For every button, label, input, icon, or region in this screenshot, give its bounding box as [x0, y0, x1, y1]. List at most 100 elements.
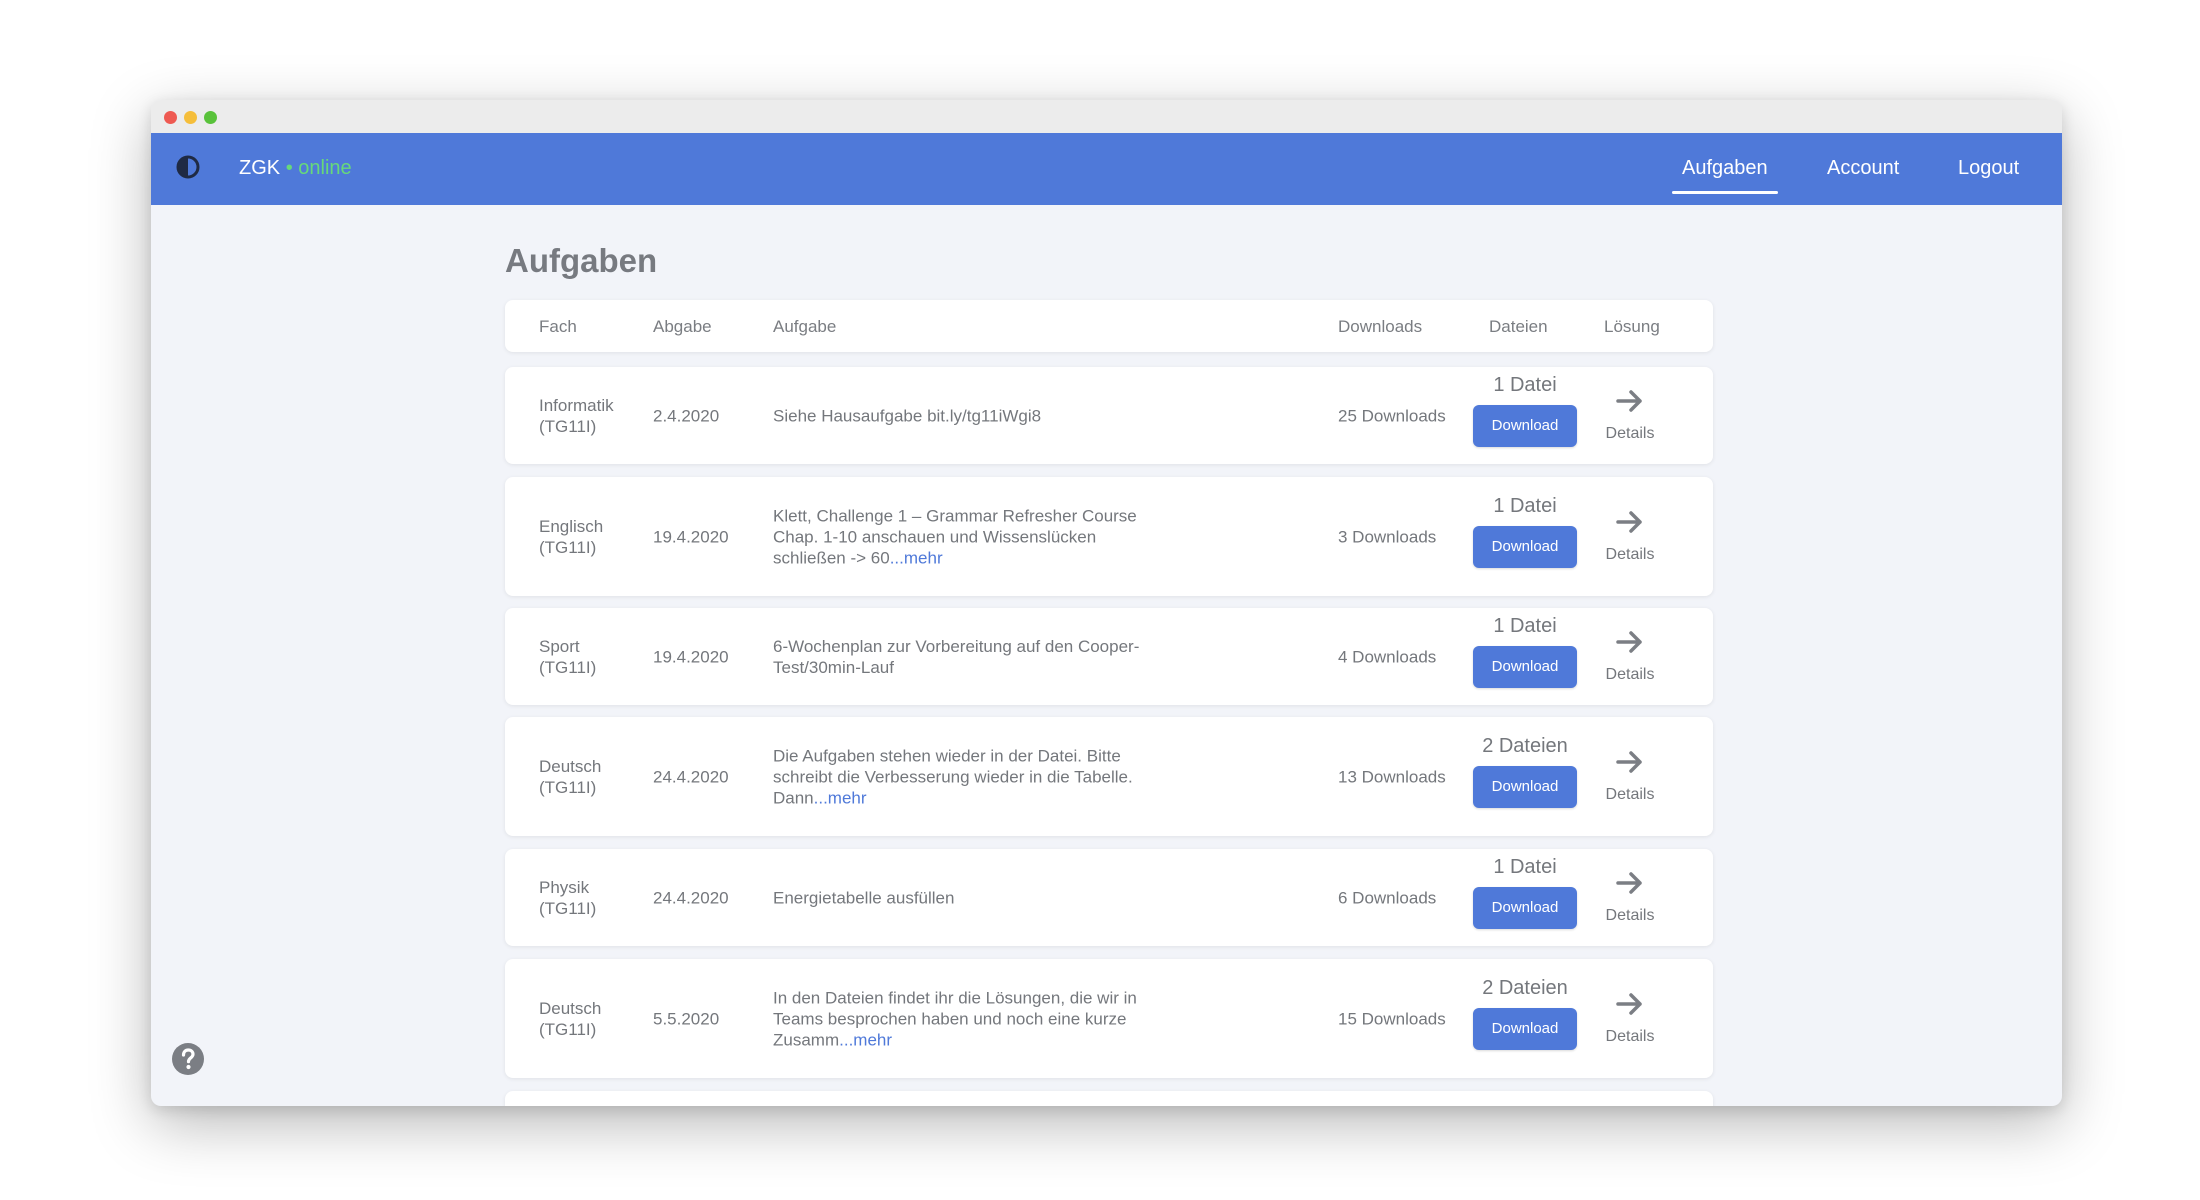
header-abgabe: Abgabe — [653, 317, 712, 336]
aufgabe-cell: Klett, Challenge 1 – Grammar Refresher C… — [773, 505, 1173, 568]
fach-name: Physik — [539, 877, 590, 897]
fach-cell: Physik (TG11I) — [539, 877, 649, 919]
nav-aufgaben[interactable]: Aufgaben — [1672, 156, 1778, 194]
details-label: Details — [1605, 1027, 1655, 1045]
header-fach: Fach — [539, 317, 577, 336]
fach-cell: Informatik (TG11I) — [539, 395, 649, 437]
details-label: Details — [1605, 545, 1655, 563]
aufgabe-cell: Energietabelle ausfüllen — [773, 887, 1173, 908]
details-label: Details — [1605, 906, 1655, 924]
download-button[interactable]: Download — [1473, 645, 1577, 688]
arrow-right-icon — [1616, 871, 1642, 894]
details-link[interactable]: Details — [1595, 989, 1665, 1049]
fach-klasse: (TG11I) — [539, 416, 597, 436]
download-button[interactable]: Download — [1473, 1007, 1577, 1050]
files-count: 2 Dateien — [1482, 976, 1568, 999]
close-window-button[interactable] — [164, 111, 177, 124]
files-count: 2 Dateien — [1482, 734, 1568, 757]
table-row: Englisch (TG11I) 19.4.2020 Klett, Challe… — [505, 477, 1713, 596]
aufgabe-text: 6-Wochenplan zur Vorbereitung auf den Co… — [773, 636, 1140, 677]
files-cell: 1 Datei Download — [1465, 614, 1585, 700]
files-count: 1 Datei — [1493, 494, 1557, 517]
download-button[interactable]: Download — [1473, 765, 1577, 808]
browser-window: ZGK • online Aufgaben Account Logout Auf… — [151, 100, 2062, 1106]
abgabe-cell: 2.4.2020 — [653, 406, 720, 425]
fach-klasse: (TG11I) — [539, 657, 597, 677]
help-circle-icon[interactable] — [171, 1042, 205, 1076]
page-title: Aufgaben — [505, 242, 658, 279]
nav-logout[interactable]: Logout — [1958, 156, 2019, 180]
header-loesung: Lösung — [1604, 317, 1660, 336]
details-label: Details — [1605, 424, 1655, 442]
files-count: 1 Datei — [1493, 373, 1557, 396]
details-link[interactable]: Details — [1595, 507, 1665, 567]
table-row: Deutsch (TG11I) 24.4.2020 Die Aufgaben s… — [505, 717, 1713, 836]
abgabe-cell: 24.4.2020 — [653, 888, 729, 907]
download-button[interactable]: Download — [1473, 886, 1577, 929]
downloads-cell: 13 Downloads — [1338, 767, 1446, 786]
table-row — [505, 1091, 1713, 1106]
minimize-window-button[interactable] — [184, 111, 197, 124]
details-link[interactable]: Details — [1595, 386, 1665, 446]
arrow-right-icon — [1616, 510, 1642, 533]
mehr-link[interactable]: ...mehr — [839, 1030, 892, 1049]
aufgabe-cell: 6-Wochenplan zur Vorbereitung auf den Co… — [773, 636, 1173, 678]
nav-account[interactable]: Account — [1827, 156, 1899, 180]
table-row: Deutsch (TG11I) 5.5.2020 In den Dateien … — [505, 959, 1713, 1078]
arrow-right-icon — [1616, 750, 1642, 773]
download-button[interactable]: Download — [1473, 525, 1577, 568]
fach-klasse: (TG11I) — [539, 898, 597, 918]
fach-name: Deutsch — [539, 998, 602, 1018]
window-titlebar — [151, 100, 2062, 133]
fach-klasse: (TG11I) — [539, 777, 597, 797]
fach-cell: Englisch (TG11I) — [539, 516, 649, 558]
details-label: Details — [1605, 665, 1655, 683]
abgabe-cell: 24.4.2020 — [653, 767, 729, 786]
downloads-cell: 4 Downloads — [1338, 647, 1437, 666]
table-row: Informatik (TG11I) 2.4.2020 Siehe Hausau… — [505, 367, 1713, 464]
abgabe-cell: 19.4.2020 — [653, 647, 729, 666]
downloads-cell: 25 Downloads — [1338, 406, 1446, 425]
table-row: Physik (TG11I) 24.4.2020 Energietabelle … — [505, 849, 1713, 946]
aufgabe-cell: Die Aufgaben stehen wieder in der Datei.… — [773, 745, 1173, 808]
fach-cell: Deutsch (TG11I) — [539, 756, 649, 798]
files-count: 1 Datei — [1493, 855, 1557, 878]
contrast-icon[interactable] — [175, 154, 201, 180]
mehr-link[interactable]: ...mehr — [814, 788, 867, 807]
top-navbar: ZGK • online Aufgaben Account Logout — [151, 133, 2062, 205]
details-label: Details — [1605, 785, 1655, 803]
fach-name: Englisch — [539, 516, 604, 536]
brand[interactable]: ZGK • online — [239, 156, 352, 180]
abgabe-cell: 19.4.2020 — [653, 527, 729, 546]
details-link[interactable]: Details — [1595, 747, 1665, 807]
fach-cell: Sport (TG11I) — [539, 636, 649, 678]
fach-name: Deutsch — [539, 756, 602, 776]
aufgabe-cell: Siehe Hausaufgabe bit.ly/tg11iWgi8 — [773, 405, 1173, 426]
header-aufgabe: Aufgabe — [773, 317, 837, 336]
abgabe-cell: 5.5.2020 — [653, 1009, 720, 1028]
files-cell: 2 Dateien Download — [1465, 976, 1585, 1062]
files-cell: 1 Datei Download — [1465, 373, 1585, 459]
mehr-link[interactable]: ...mehr — [890, 548, 943, 567]
header-dateien: Dateien — [1489, 317, 1548, 336]
table-row: Sport (TG11I) 19.4.2020 6-Wochenplan zur… — [505, 608, 1713, 705]
downloads-cell: 3 Downloads — [1338, 527, 1437, 546]
arrow-right-icon — [1616, 630, 1642, 653]
downloads-cell: 6 Downloads — [1338, 888, 1437, 907]
aufgabe-text: In den Dateien findet ihr die Lösungen, … — [773, 988, 1137, 1049]
fach-cell: Deutsch (TG11I) — [539, 998, 649, 1040]
aufgabe-text: Klett, Challenge 1 – Grammar Refresher C… — [773, 506, 1137, 567]
download-button[interactable]: Download — [1473, 404, 1577, 447]
brand-name: ZGK — [239, 157, 281, 179]
aufgabe-text: Siehe Hausaufgabe bit.ly/tg11iWgi8 — [773, 406, 1042, 425]
downloads-cell: 15 Downloads — [1338, 1009, 1446, 1028]
files-count: 1 Datei — [1493, 614, 1557, 637]
arrow-right-icon — [1616, 389, 1642, 412]
online-status: online — [298, 157, 352, 179]
details-link[interactable]: Details — [1595, 627, 1665, 687]
aufgabe-text: Energietabelle ausfüllen — [773, 888, 955, 907]
aufgabe-cell: In den Dateien findet ihr die Lösungen, … — [773, 987, 1173, 1050]
arrow-right-icon — [1616, 992, 1642, 1015]
maximize-window-button[interactable] — [204, 111, 217, 124]
details-link[interactable]: Details — [1595, 868, 1665, 928]
